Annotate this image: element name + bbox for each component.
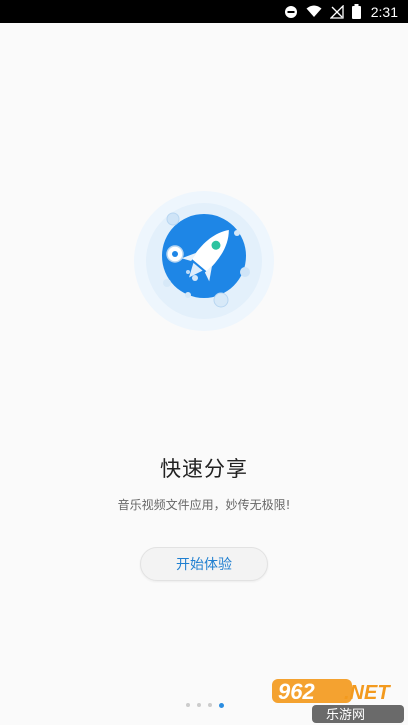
- onboarding-screen: 2:31 快速分享 音乐视频文件应用，妙传无极限! 开始体验 962 .NET …: [0, 0, 408, 725]
- page-dot[interactable]: [197, 703, 201, 707]
- page-dot[interactable]: [186, 703, 190, 707]
- svg-text:.NET: .NET: [344, 682, 391, 704]
- page-subtitle: 音乐视频文件应用，妙传无极限!: [117, 498, 291, 512]
- status-time: 2:31: [370, 3, 398, 20]
- start-experience-button[interactable]: 开始体验: [140, 547, 268, 581]
- page-title: 快速分享: [160, 457, 248, 481]
- do-not-disturb-icon: [284, 5, 298, 19]
- page-dot-active[interactable]: [219, 702, 224, 708]
- status-bar: 2:31: [0, 0, 408, 23]
- svg-text:962: 962: [278, 679, 315, 704]
- site-watermark-logo: 962 .NET 乐游网: [268, 675, 408, 725]
- page-dot[interactable]: [208, 703, 212, 707]
- battery-icon: [351, 4, 361, 19]
- wifi-icon: [306, 5, 322, 18]
- svg-text:乐游网: 乐游网: [326, 708, 365, 723]
- rocket-illustration: [133, 190, 275, 332]
- no-signal-icon: [329, 4, 344, 19]
- rocket-icon: [134, 191, 274, 331]
- page-indicator: [186, 701, 224, 709]
